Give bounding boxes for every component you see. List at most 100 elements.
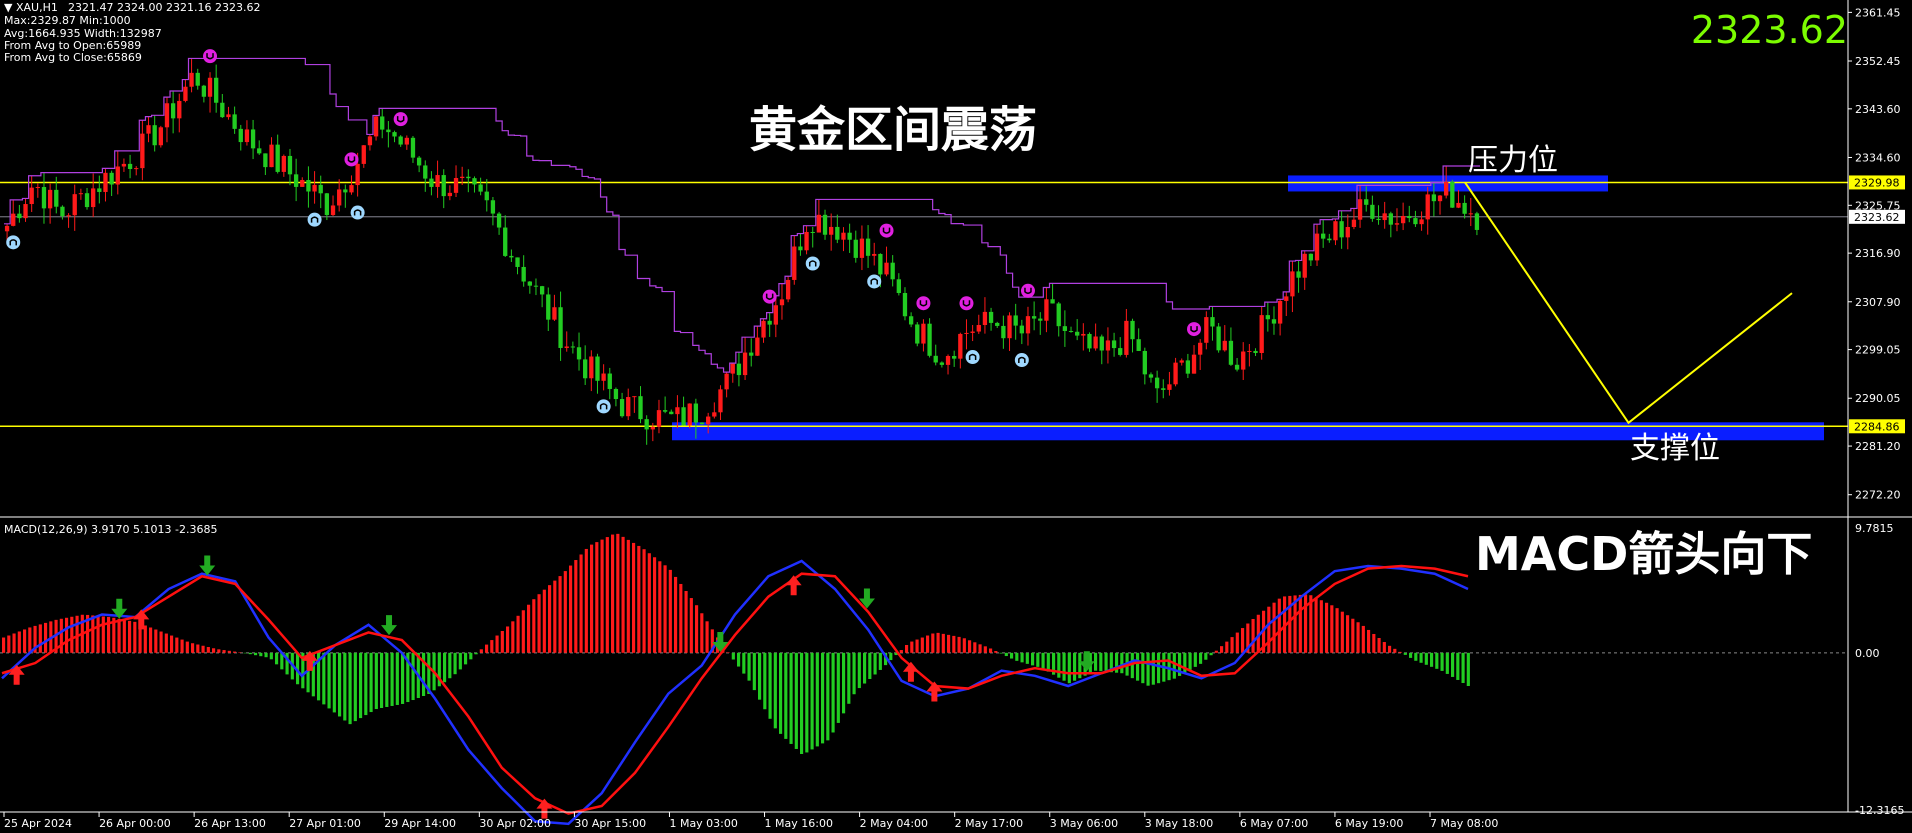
macd-histogram-bar — [973, 642, 977, 653]
candle-body — [201, 85, 207, 97]
candle-body — [1075, 331, 1080, 336]
macd-histogram-bar — [364, 652, 368, 716]
candle-body — [121, 163, 127, 167]
candle-body — [232, 114, 237, 129]
macd-histogram-bar — [122, 619, 126, 653]
candle-body — [638, 396, 643, 420]
candle-body — [423, 165, 428, 179]
macd-histogram-bar — [369, 652, 373, 713]
candle-body — [170, 103, 176, 119]
macd-histogram-bar — [453, 652, 457, 675]
macd-histogram-bar — [532, 599, 536, 653]
macd-histogram-bar — [1015, 652, 1019, 661]
candle-body — [1204, 317, 1209, 343]
macd-histogram-bar — [264, 652, 268, 658]
candle-body — [373, 116, 379, 137]
macd-histogram-bar — [689, 598, 693, 653]
macd-histogram-bar — [170, 635, 174, 653]
candle-body — [1259, 315, 1264, 353]
macd-histogram-bar — [742, 652, 746, 674]
candle-body — [281, 155, 286, 172]
candle-body — [23, 204, 28, 219]
candle-body — [361, 145, 366, 164]
candle-body — [1290, 271, 1295, 297]
macd-histogram-bar — [1151, 652, 1155, 685]
macd-histogram-bar — [191, 643, 195, 653]
macd-histogram-bar — [831, 652, 835, 733]
macd-histogram-bar — [789, 652, 793, 744]
macd-histogram-bar — [1361, 625, 1365, 653]
candle-body — [269, 144, 274, 168]
stat-line-1: Max:2329.87 Min:1000 — [4, 14, 131, 27]
price-tick-label: 2352.45 — [1855, 55, 1901, 68]
macd-histogram-bar — [1335, 608, 1339, 653]
price-tick-label: 2272.20 — [1855, 489, 1901, 502]
candle-body — [1253, 350, 1258, 353]
candle-body — [558, 307, 563, 348]
macd-histogram-bar — [1298, 594, 1302, 653]
candle-body — [355, 163, 360, 186]
macd-histogram-bar — [1036, 652, 1040, 667]
macd-histogram-bar — [243, 652, 247, 654]
macd-histogram-bar — [227, 650, 231, 653]
candle-body — [1308, 253, 1314, 261]
macd-histogram-bar — [1025, 652, 1029, 664]
macd-histogram-bar — [1272, 602, 1276, 653]
macd-histogram-bar — [380, 652, 384, 708]
macd-histogram-bar — [1424, 652, 1428, 665]
stat-line-4: From Avg to Close:65869 — [4, 51, 142, 64]
candle-body — [466, 176, 471, 179]
candle-body — [822, 214, 828, 235]
macd-histogram-bar — [1146, 652, 1150, 686]
macd-histogram-bar — [1440, 652, 1444, 671]
candle-body — [1327, 238, 1332, 241]
macd-histogram-bar — [915, 639, 919, 653]
macd-histogram-bar — [1220, 646, 1224, 653]
candle-body — [829, 226, 834, 235]
macd-histogram-bar — [826, 652, 830, 741]
candle-body — [312, 184, 317, 192]
macd-histogram-bar — [1073, 652, 1077, 681]
candle-body — [1173, 362, 1178, 385]
candle-body — [1068, 330, 1074, 332]
macd-histogram-bar — [1388, 645, 1392, 653]
candle-body — [189, 72, 194, 87]
macd-histogram-bar — [458, 652, 462, 670]
candle-body — [496, 213, 502, 228]
candle-body — [472, 178, 477, 185]
candle-body — [742, 352, 748, 376]
candle-body — [287, 155, 293, 175]
candle-body — [1161, 388, 1166, 390]
macd-histogram-bar — [947, 634, 951, 653]
macd-histogram-bar — [175, 637, 179, 653]
macd-histogram-bar — [752, 652, 756, 691]
candle-body — [982, 311, 988, 326]
candle-body — [736, 363, 742, 376]
macd-histogram-bar — [479, 649, 483, 653]
candle-body — [896, 279, 901, 294]
candle-body — [78, 193, 84, 195]
macd-histogram-bar — [910, 641, 914, 653]
macd-histogram-bar — [222, 650, 226, 653]
macd-histogram-bar — [852, 652, 856, 695]
macd-histogram-bar — [637, 545, 641, 653]
candle-body — [749, 352, 754, 356]
macd-histogram-bar — [595, 542, 599, 653]
macd-histogram-bar — [1067, 652, 1071, 684]
macd-histogram-bar — [962, 638, 966, 653]
macd-histogram-bar — [768, 652, 772, 719]
fractal-down-marker — [965, 350, 980, 365]
candle-body — [1019, 325, 1024, 334]
price-tick-label: 2361.45 — [1855, 6, 1901, 19]
macd-histogram-bar — [1409, 652, 1413, 658]
macd-histogram-bar — [1193, 652, 1197, 667]
candle-body — [1444, 181, 1449, 196]
macd-histogram-bar — [464, 652, 468, 665]
macd-tick-label: 0.00 — [1855, 647, 1880, 660]
macd-histogram-bar — [1172, 652, 1176, 679]
macd-tick-label: 9.7815 — [1855, 522, 1894, 535]
candle-body — [54, 189, 59, 207]
candle-body — [1376, 218, 1381, 221]
macd-histogram-bar — [1435, 652, 1439, 669]
macd-histogram-bar — [28, 627, 32, 653]
